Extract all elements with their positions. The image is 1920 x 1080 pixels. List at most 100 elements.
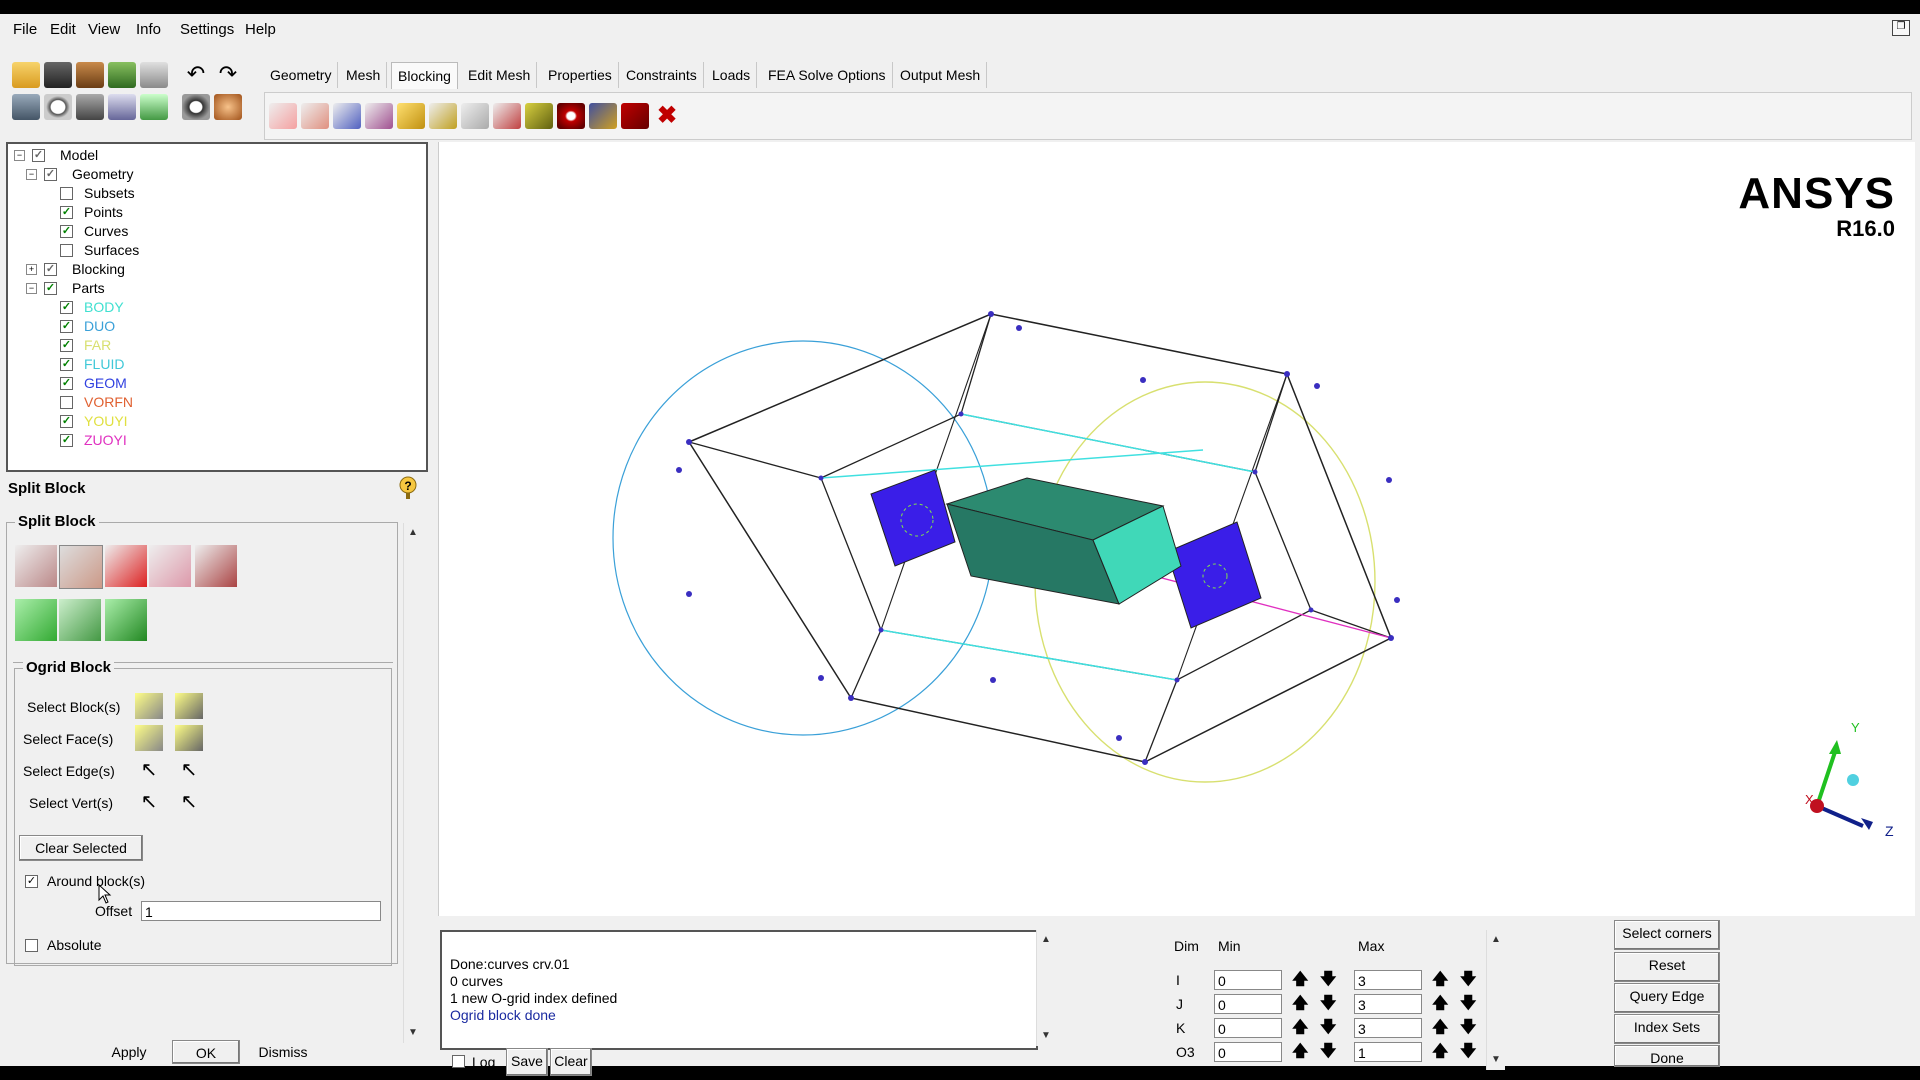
tree-item-part[interactable]: FAR [84,336,111,354]
scroll-up-icon[interactable]: ▲ [1038,932,1054,948]
surfaces-checkbox[interactable] [60,244,73,257]
clear-log-button[interactable]: Clear [550,1048,592,1076]
tree-item-part[interactable]: FLUID [84,355,124,373]
tab-mesh[interactable]: Mesh [340,62,388,88]
tree-collapse-icon[interactable]: − [26,169,37,180]
ogrid-block-icon[interactable] [59,545,103,589]
window-restore-icon[interactable]: ❐ [1892,20,1910,36]
menu-settings[interactable]: Settings [180,21,234,38]
pre-mesh-smooth-icon[interactable] [589,103,617,129]
tree-item-part[interactable]: GEOM [84,374,127,392]
tree-item-curves[interactable]: Curves [84,222,128,240]
decrement-max-icon[interactable]: 🡇 [1460,1044,1476,1060]
menu-info[interactable]: Info [136,21,161,38]
measure-icon[interactable] [76,94,104,120]
select-edges-add-icon[interactable]: ↖ [135,757,163,783]
open-geometry-icon[interactable] [76,62,104,88]
tree-item-part[interactable]: BODY [84,298,124,316]
subsets-checkbox[interactable] [60,187,73,200]
curves-checkbox[interactable]: ✓ [60,225,73,238]
open-mesh-icon[interactable] [108,62,136,88]
points-checkbox[interactable]: ✓ [60,206,73,219]
undo-icon[interactable]: ↶ [182,62,210,88]
min-input[interactable]: 0 [1214,994,1282,1014]
increment-max-icon[interactable]: 🡅 [1432,972,1448,988]
tree-item-parts[interactable]: Parts [72,279,105,297]
split-free-block-icon[interactable] [195,545,237,587]
geometry-checkbox[interactable]: ✓ [44,168,57,181]
tree-item-geometry[interactable]: Geometry [72,165,133,183]
tab-blocking[interactable]: Blocking [391,62,458,89]
wireframe-icon[interactable] [182,94,210,120]
index-scrollbar[interactable]: ▲ ▼ [1486,930,1505,1070]
min-input[interactable]: 0 [1214,1042,1282,1062]
split-face-icon[interactable] [149,545,191,587]
increment-max-icon[interactable]: 🡅 [1432,1044,1448,1060]
tree-collapse-icon[interactable]: − [26,283,37,294]
clear-selected-button[interactable]: Clear Selected [19,835,143,861]
decrement-min-icon[interactable]: 🡇 [1320,1044,1336,1060]
dismiss-button[interactable]: Dismiss [250,1040,316,1064]
zoom-icon[interactable] [44,94,72,120]
move-vertex-icon[interactable] [429,103,457,129]
model-checkbox[interactable]: ✓ [32,149,45,162]
scroll-down-icon[interactable]: ▼ [405,1025,421,1041]
split-block-icon[interactable] [301,103,329,129]
fit-window-icon[interactable] [12,94,40,120]
decrement-min-icon[interactable]: 🡇 [1320,972,1336,988]
open-blocking-icon[interactable] [140,62,168,88]
associate-icon[interactable] [397,103,425,129]
refresh-icon[interactable] [140,94,168,120]
redo-icon[interactable]: ↷ [214,62,242,88]
part-checkbox[interactable]: ✓ [60,415,73,428]
reset-button[interactable]: Reset [1614,952,1720,982]
blocking-checkbox[interactable]: ✓ [44,263,57,276]
tree-item-part[interactable]: ZUOYI [84,431,127,449]
merge-vertices-icon[interactable] [333,103,361,129]
tree-item-model[interactable]: Model [60,146,98,164]
increment-max-icon[interactable]: 🡅 [1432,996,1448,1012]
tree-item-subsets[interactable]: Subsets [84,184,135,202]
distance-icon[interactable] [108,94,136,120]
scroll-down-icon[interactable]: ▼ [1038,1028,1054,1044]
part-checkbox[interactable]: ✓ [60,434,73,447]
tree-item-points[interactable]: Points [84,203,123,221]
parts-checkbox[interactable]: ✓ [44,282,57,295]
ok-button[interactable]: OK [172,1040,240,1064]
part-checkbox[interactable]: ✓ [60,377,73,390]
create-block-icon[interactable] [269,103,297,129]
log-checkbox[interactable] [452,1055,465,1068]
increment-min-icon[interactable]: 🡅 [1292,1020,1308,1036]
menu-help[interactable]: Help [245,21,276,38]
split-2d-icon[interactable] [59,599,101,641]
solid-icon[interactable] [214,94,242,120]
split-block-icon[interactable] [15,545,57,587]
tab-loads[interactable]: Loads [706,62,758,88]
transform-blocks-icon[interactable] [461,103,489,129]
select-verts-add-icon[interactable]: ↖ [135,789,163,815]
part-checkbox[interactable]: ✓ [60,339,73,352]
max-input[interactable]: 1 [1354,1042,1422,1062]
min-input[interactable]: 0 [1214,970,1282,990]
tab-fea-solve-options[interactable]: FEA Solve Options [762,62,893,88]
decrement-max-icon[interactable]: 🡇 [1460,972,1476,988]
increment-min-icon[interactable]: 🡅 [1292,972,1308,988]
tree-item-surfaces[interactable]: Surfaces [84,241,139,259]
open-folder-icon[interactable] [12,62,40,88]
increment-min-icon[interactable]: 🡅 [1292,1044,1308,1060]
part-checkbox[interactable]: ✓ [60,301,73,314]
decrement-max-icon[interactable]: 🡇 [1460,1020,1476,1036]
tree-item-blocking[interactable]: Blocking [72,260,125,278]
tree-item-part[interactable]: DUO [84,317,115,335]
tree-item-part[interactable]: YOUYI [84,412,128,430]
select-blocks-add-icon[interactable] [135,693,163,719]
edit-edge-icon[interactable] [493,103,521,129]
apply-button[interactable]: Apply [96,1040,162,1064]
max-input[interactable]: 3 [1354,994,1422,1014]
graphics-viewport[interactable]: ANSYS R16.0 Y X Z [438,142,1915,916]
part-checkbox[interactable] [60,396,73,409]
menu-view[interactable]: View [88,21,120,38]
around-blocks-checkbox[interactable]: ✓ [25,875,38,888]
save-log-button[interactable]: Save [506,1048,548,1076]
select-edges-remove-icon[interactable]: ↖ [175,757,203,783]
